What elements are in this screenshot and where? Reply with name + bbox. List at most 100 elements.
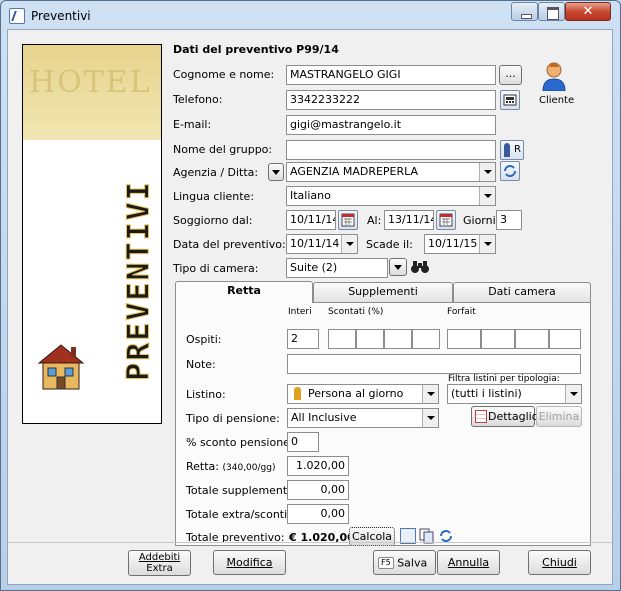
- addebiti-extra-button[interactable]: Addebiti Extra: [128, 550, 191, 576]
- sconto-label: % sconto pensione:: [186, 436, 294, 449]
- dettaglio-button[interactable]: Dettaglio: [471, 406, 538, 427]
- house-icon: [37, 344, 85, 390]
- ospiti-scontati-input-1[interactable]: [328, 329, 356, 349]
- agenzia-select[interactable]: AGENZIA MADREPERLA: [286, 162, 496, 182]
- chevron-down-icon: [394, 265, 402, 270]
- listino-select[interactable]: Persona al giorno: [287, 384, 439, 404]
- scade-picker[interactable]: 10/11/15: [424, 234, 496, 254]
- note-label: Note:: [186, 358, 216, 371]
- pensione-label: Tipo di pensione:: [186, 412, 280, 425]
- title-bar[interactable]: Preventivi ✕: [1, 1, 620, 31]
- tab-supplementi[interactable]: Supplementi: [313, 282, 453, 302]
- ospiti-scontati-input-3[interactable]: [384, 329, 412, 349]
- browse-client-button[interactable]: ...: [499, 65, 522, 85]
- salva-button[interactable]: F5 Salva: [373, 550, 436, 575]
- chiudi-button[interactable]: Chiudi: [528, 550, 591, 575]
- extra-input: 0,00: [287, 504, 349, 524]
- soggiorno-dal-input[interactable]: 10/11/14: [286, 210, 336, 230]
- cliente-label: Cliente: [539, 95, 575, 106]
- camera-label: Tipo di camera:: [173, 262, 259, 275]
- data-preventivo-label: Data del preventivo:: [173, 238, 286, 251]
- note-input[interactable]: [287, 354, 581, 374]
- elimina-button[interactable]: Elimina: [536, 406, 582, 427]
- dialog-body: HOTEL PREVENTIVI Dati del preventivo P99…: [7, 29, 613, 585]
- retta-input[interactable]: 1.020,00: [287, 456, 349, 476]
- person-icon: [504, 143, 510, 157]
- listino-label: Listino:: [186, 388, 226, 401]
- banner-vertical-text: PREVENTIVI: [121, 180, 157, 382]
- app-icon: [9, 8, 25, 24]
- ospiti-scontati-input-2[interactable]: [356, 329, 384, 349]
- filtra-select[interactable]: (tutti i listini): [447, 384, 582, 404]
- supplementi-label: Totale supplementi:: [186, 484, 294, 497]
- window-title: Preventivi: [31, 9, 91, 23]
- giorni-label: Giorni:: [463, 214, 500, 227]
- maximize-button[interactable]: [538, 2, 565, 21]
- ospiti-interi-input[interactable]: 2: [287, 329, 319, 349]
- email-label: E-mail:: [173, 118, 212, 131]
- retta-label: Retta: (340,00/gg): [186, 460, 276, 473]
- lingua-label: Lingua cliente:: [173, 190, 255, 203]
- ospiti-forfait-input-4[interactable]: [549, 329, 581, 349]
- sconto-input[interactable]: 0: [287, 432, 319, 452]
- email-input[interactable]: gigi@mastrangelo.it: [286, 115, 496, 135]
- camera-input[interactable]: Suite (2): [286, 258, 388, 278]
- cognome-label: Cognome e nome:: [173, 68, 275, 81]
- giorni-input[interactable]: 3: [496, 210, 522, 230]
- pensione-select[interactable]: All Inclusive: [287, 408, 439, 428]
- binoculars-icon[interactable]: [410, 258, 430, 276]
- telefono-input[interactable]: 3342233222: [286, 90, 496, 110]
- calcola-button[interactable]: Calcola: [349, 527, 395, 546]
- gruppo-label: Nome del gruppo:: [173, 143, 273, 156]
- refresh-icon: [504, 165, 516, 177]
- chevron-down-icon: [272, 170, 280, 175]
- ospiti-forfait-input-2[interactable]: [481, 329, 515, 349]
- modifica-button[interactable]: Modifica: [213, 550, 286, 575]
- tab-retta[interactable]: Retta: [175, 281, 313, 303]
- supplementi-input: 0,00: [287, 480, 349, 500]
- cognome-input[interactable]: MASTRANGELO GIGI: [286, 65, 496, 85]
- page-title: Dati del preventivo P99/14: [173, 43, 339, 56]
- close-icon: ✕: [582, 4, 594, 19]
- ospiti-forfait-input-1[interactable]: [447, 329, 481, 349]
- banner-image: HOTEL PREVENTIVI: [22, 44, 162, 424]
- f5-key-icon: F5: [378, 557, 394, 569]
- ospiti-label: Ospiti:: [186, 333, 222, 346]
- forfait-label: Forfait: [447, 307, 476, 317]
- tab-panel-retta: Interi Scontati (%) Forfait Ospiti: 2 No…: [175, 302, 591, 546]
- tab-dati-camera[interactable]: Dati camera: [453, 282, 591, 302]
- calendar-dal-button[interactable]: [338, 210, 358, 230]
- ospiti-scontati-input-4[interactable]: [412, 329, 440, 349]
- client-avatar-icon[interactable]: [541, 61, 567, 92]
- calendar-al-button[interactable]: [436, 210, 456, 230]
- close-button[interactable]: ✕: [565, 2, 611, 21]
- phone-icon: [503, 94, 517, 106]
- lingua-select[interactable]: Italiano: [286, 186, 496, 206]
- gruppo-input[interactable]: [286, 140, 496, 160]
- agenzia-dropdown-toggle[interactable]: [268, 163, 284, 181]
- scontati-label: Scontati (%): [328, 307, 384, 317]
- agenzia-label: Agenzia / Ditta:: [173, 166, 259, 179]
- soggiorno-label: Soggiorno dal:: [173, 214, 253, 227]
- scade-label: Scade il:: [366, 238, 413, 251]
- group-button[interactable]: R: [500, 140, 524, 160]
- phone-book-button[interactable]: [500, 90, 520, 110]
- interi-label: Interi: [288, 307, 312, 317]
- calendar-icon: [341, 213, 355, 227]
- data-preventivo-picker[interactable]: 10/11/14: [286, 234, 358, 254]
- hotel-sign: HOTEL: [29, 65, 152, 100]
- telefono-label: Telefono:: [173, 93, 223, 106]
- grid-icon: [475, 410, 487, 423]
- camera-dropdown-button[interactable]: [389, 258, 407, 276]
- al-label: Al:: [367, 214, 382, 227]
- extra-label: Totale extra/sconti:: [186, 508, 291, 521]
- ospiti-forfait-input-3[interactable]: [515, 329, 549, 349]
- minimize-button[interactable]: [511, 2, 538, 21]
- annulla-button[interactable]: Annulla: [437, 550, 500, 575]
- soggiorno-al-input[interactable]: 13/11/14: [384, 210, 434, 230]
- hotel-photo: HOTEL: [23, 45, 161, 140]
- footer-divider: [8, 542, 612, 543]
- agenzia-refresh-button[interactable]: [500, 161, 520, 181]
- filtra-label: Filtra listini per tipologia:: [448, 374, 560, 384]
- calendar-icon: [439, 213, 453, 227]
